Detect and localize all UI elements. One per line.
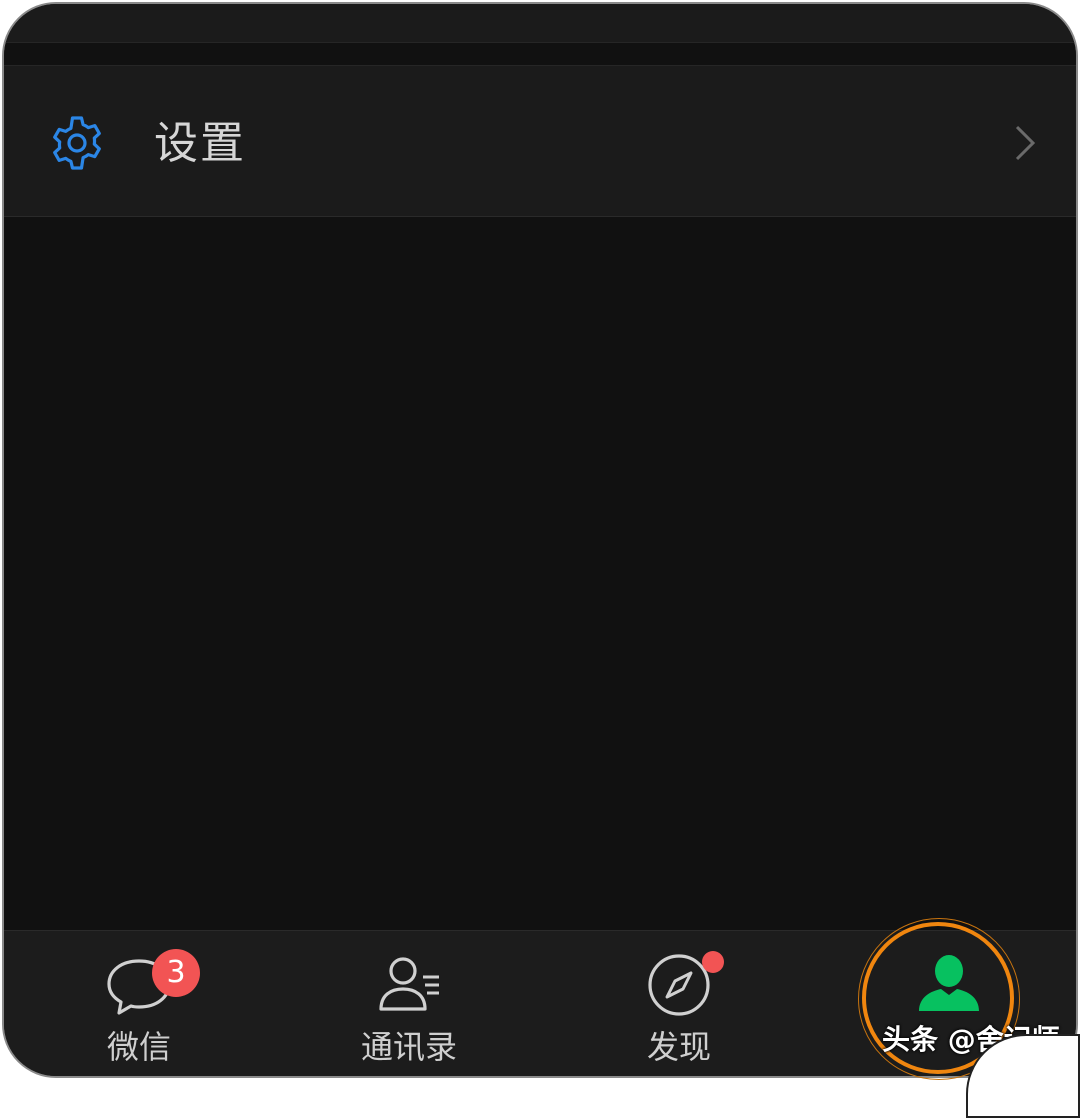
tab-discover[interactable]: 发现 bbox=[544, 931, 814, 1076]
new-content-dot bbox=[702, 951, 724, 973]
tab-contacts[interactable]: 通讯录 bbox=[274, 931, 544, 1076]
gear-icon bbox=[53, 116, 101, 170]
tab-label: 发现 bbox=[646, 1028, 711, 1066]
chevron-right-icon bbox=[1015, 125, 1036, 161]
tab-wechat[interactable]: 3 微信 bbox=[4, 931, 274, 1076]
settings-row[interactable]: 设置 bbox=[4, 66, 1076, 217]
top-list-edge bbox=[4, 4, 1076, 43]
tab-label: 微信 bbox=[106, 1028, 171, 1066]
tab-label: 通讯录 bbox=[360, 1028, 457, 1066]
contacts-icon bbox=[379, 957, 439, 1011]
section-gap bbox=[4, 43, 1076, 66]
unread-badge: 3 bbox=[152, 949, 200, 997]
phone-screen: 设置 3 微信 通讯录 发现 bbox=[2, 2, 1078, 1078]
settings-label: 设置 bbox=[154, 118, 246, 169]
